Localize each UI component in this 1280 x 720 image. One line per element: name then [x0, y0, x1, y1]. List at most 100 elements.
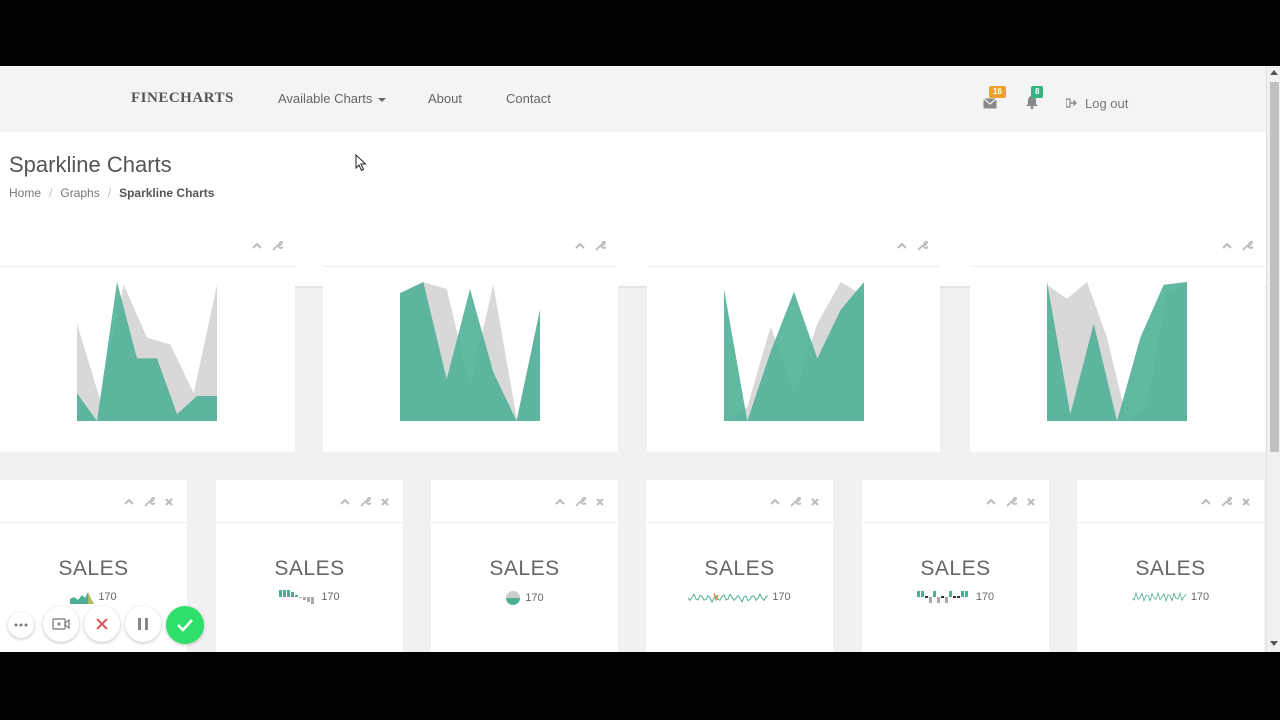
collapse-chevron-up-icon[interactable] [985, 496, 997, 508]
top-navbar: FINECHARTS Available Charts About Contac… [0, 66, 1266, 133]
brand-logo[interactable]: FINECHARTS [131, 90, 234, 107]
recorder-finish-button[interactable] [166, 606, 204, 644]
sparkline-area-chart [77, 282, 217, 421]
sparkline-area-chart [400, 282, 540, 421]
panel-controls [769, 496, 821, 508]
mini-sparkline-thinline [1131, 591, 1187, 603]
panel-controls [123, 496, 175, 508]
collapse-chevron-up-icon[interactable] [339, 496, 351, 508]
chart-panel [647, 224, 940, 452]
wrench-icon[interactable] [1220, 496, 1232, 508]
panel-controls [985, 496, 1037, 508]
collapse-chevron-up-icon[interactable] [554, 496, 566, 508]
wrench-icon[interactable] [574, 496, 586, 508]
panel-header [216, 480, 403, 523]
sales-value: 170 [525, 592, 544, 604]
sales-sparkline-row: 170 [646, 590, 833, 604]
sales-label: SALES [920, 557, 991, 580]
logout-label: Log out [1085, 96, 1129, 111]
recorder-more-button[interactable] [8, 612, 34, 638]
sales-panel: SALES 170 [431, 480, 618, 652]
recorder-cancel-button[interactable] [84, 606, 120, 642]
sparkline-area-chart [724, 282, 864, 421]
collapse-chevron-up-icon[interactable] [123, 496, 135, 508]
page-title: Sparkline Charts [9, 152, 172, 177]
recorder-webcam-button[interactable] [43, 606, 79, 642]
recorder-toolbar [0, 602, 220, 648]
browser-viewport: FINECHARTS Available Charts About Contac… [0, 66, 1280, 652]
panel-header [431, 480, 618, 523]
close-icon[interactable] [163, 496, 175, 508]
scroll-down-arrow-icon[interactable] [1270, 641, 1278, 646]
chart-panel [0, 224, 295, 452]
sales-value: 170 [1190, 591, 1210, 603]
panel-header [0, 480, 187, 523]
breadcrumb-current: Sparkline Charts [119, 186, 215, 200]
sales-value: 170 [975, 591, 995, 603]
sparkline-area-chart [1047, 282, 1187, 421]
chart-panel [323, 224, 618, 452]
page-scrollbar[interactable] [1266, 66, 1280, 652]
breadcrumb-home[interactable]: Home [9, 186, 41, 200]
sales-label: SALES [1135, 557, 1206, 580]
collapse-chevron-up-icon[interactable] [1200, 496, 1212, 508]
scroll-up-arrow-icon[interactable] [1270, 70, 1278, 75]
collapse-chevron-up-icon[interactable] [769, 496, 781, 508]
sales-panel: SALES 170 [216, 480, 403, 652]
close-icon[interactable] [594, 496, 606, 508]
close-icon [96, 618, 108, 630]
sales-label: SALES [489, 557, 560, 580]
wrench-icon[interactable] [143, 496, 155, 508]
caret-down-icon [378, 97, 387, 102]
sales-sparkline-row: 170 [1077, 590, 1264, 604]
wrench-icon[interactable] [359, 496, 371, 508]
panel-controls [1200, 496, 1252, 508]
wrench-icon[interactable] [1005, 496, 1017, 508]
sales-value: 170 [321, 591, 340, 603]
pause-icon [138, 618, 148, 630]
scroll-thumb[interactable] [1270, 82, 1279, 452]
nav-available-charts-label: Available Charts [278, 91, 373, 106]
sales-sparkline-row: 170 [862, 590, 1049, 604]
sales-label: SALES [58, 557, 129, 580]
notifications-button[interactable]: 8 [1025, 86, 1044, 109]
checkmark-icon [177, 619, 193, 632]
sales-panel: SALES 170 [1077, 480, 1264, 652]
series-green-area [400, 282, 540, 421]
webcam-icon [52, 618, 70, 630]
sales-panel: SALES 170 [862, 480, 1049, 652]
panel-controls [339, 496, 391, 508]
panel-header [862, 480, 1049, 523]
recorder-pause-button[interactable] [125, 606, 161, 642]
close-icon[interactable] [379, 496, 391, 508]
panel-controls [554, 496, 606, 508]
mini-sparkline-pie [506, 591, 521, 605]
more-dots-icon [14, 623, 28, 627]
close-icon[interactable] [1025, 496, 1037, 508]
mini-sparkline-tristate [916, 591, 968, 603]
logout-link[interactable]: Log out [1065, 96, 1129, 111]
nav-contact[interactable]: Contact [506, 91, 551, 106]
notifications-badge: 8 [1031, 86, 1044, 98]
wrench-icon[interactable] [789, 496, 801, 508]
sales-label: SALES [704, 557, 775, 580]
chart-panel [970, 224, 1265, 452]
nav-about[interactable]: About [428, 91, 462, 106]
breadcrumb-graphs[interactable]: Graphs [60, 186, 99, 200]
sign-out-icon [1065, 96, 1077, 108]
mouse-cursor-icon [355, 153, 367, 177]
mini-sparkline-line [688, 592, 769, 604]
panel-header [646, 480, 833, 523]
messages-badge: 16 [989, 86, 1006, 98]
sales-panel: SALES 170 [646, 480, 833, 652]
sales-sparkline-row: 170 [216, 590, 403, 604]
nav-available-charts[interactable]: Available Charts [278, 91, 387, 106]
close-icon[interactable] [809, 496, 821, 508]
sales-value: 170 [772, 591, 791, 603]
panel-header [1077, 480, 1264, 523]
close-icon[interactable] [1240, 496, 1252, 508]
breadcrumb: Home / Graphs / Sparkline Charts [9, 186, 215, 200]
sales-sparkline-row: 170 [431, 590, 618, 606]
envelope-icon [983, 98, 997, 109]
messages-button[interactable]: 16 [983, 86, 1006, 109]
